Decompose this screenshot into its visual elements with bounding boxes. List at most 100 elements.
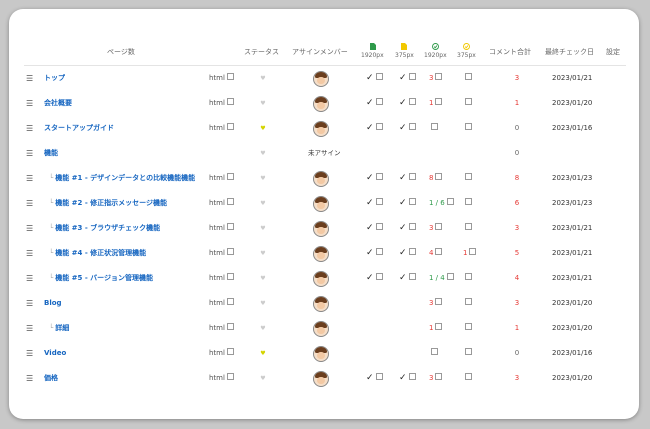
external-link-icon[interactable] (408, 73, 416, 80)
external-link-icon[interactable] (408, 248, 416, 255)
external-link-icon[interactable] (226, 73, 234, 80)
avatar-icon[interactable] (313, 296, 329, 312)
html-link[interactable]: html (209, 91, 234, 116)
external-link-icon[interactable] (375, 198, 383, 205)
pc-check-cell[interactable] (429, 116, 438, 141)
external-link-icon[interactable] (375, 173, 383, 180)
assignee-cell[interactable] (309, 216, 333, 241)
external-link-icon[interactable] (408, 173, 416, 180)
external-link-icon[interactable] (465, 298, 472, 305)
status-heart-icon[interactable]: ♥ (259, 216, 267, 241)
table-row[interactable]: ☰ └ 機能 #5 - バージョン管理機能 html ♥ ✓ ✓ 1 / 4 4 2023/01/… (9, 266, 639, 291)
avatar-icon[interactable] (313, 346, 329, 362)
external-link-icon[interactable] (408, 223, 416, 230)
table-row[interactable]: ☰ └ 機能 #4 - 修正状況管理機能 html ♥ ✓ ✓ 4 1 5 2023/01/21 (9, 241, 639, 266)
external-link-icon[interactable] (375, 73, 383, 80)
external-link-icon[interactable] (435, 248, 443, 255)
external-link-icon[interactable] (431, 123, 438, 130)
table-row[interactable]: ☰ └ 機能 #1 - デザインデータとの比較機能機能 html ♥ ✓ ✓ 8 8 2023/0… (9, 166, 639, 191)
table-row[interactable]: ☰ 会社概要 html ♥ ✓ ✓ 1 1 2023/01/20 (9, 91, 639, 116)
external-link-icon[interactable] (226, 348, 234, 355)
pc-check-cell[interactable]: 1 (429, 91, 443, 116)
avatar-icon[interactable] (313, 371, 329, 387)
external-link-icon[interactable] (465, 273, 472, 280)
page-name-link[interactable]: 機能 (44, 141, 58, 166)
assignee-cell[interactable] (309, 166, 333, 191)
table-row[interactable]: ☰ └ 機能 #3 - ブラウザチェック機能 html ♥ ✓ ✓ 3 3 2023/01/21 (9, 216, 639, 241)
pc-check-cell[interactable]: 8 (429, 166, 443, 191)
sp-check-cell[interactable] (463, 166, 472, 191)
external-link-icon[interactable] (435, 223, 443, 230)
drag-handle-icon[interactable]: ☰ (26, 91, 34, 116)
pc-design-cell[interactable]: ✓ (366, 91, 383, 116)
page-name-link[interactable]: └ 機能 #5 - バージョン管理機能 (49, 266, 153, 291)
drag-handle-icon[interactable]: ☰ (26, 241, 34, 266)
external-link-icon[interactable] (375, 223, 383, 230)
pc-design-cell[interactable]: ✓ (366, 266, 383, 291)
sp-design-cell[interactable]: ✓ (399, 191, 416, 216)
status-heart-icon[interactable]: ♥ (259, 366, 267, 391)
sp-design-cell[interactable]: ✓ (399, 116, 416, 141)
html-link[interactable]: html (209, 316, 234, 341)
status-heart-icon[interactable]: ♥ (259, 116, 267, 141)
sp-check-cell[interactable] (463, 366, 472, 391)
status-heart-icon[interactable]: ♥ (259, 91, 267, 116)
pc-check-cell[interactable]: 4 (429, 241, 443, 266)
sp-check-cell[interactable] (463, 116, 472, 141)
external-link-icon[interactable] (469, 248, 477, 255)
sp-design-cell[interactable]: ✓ (399, 166, 416, 191)
assignee-cell[interactable] (309, 116, 333, 141)
sp-design-cell[interactable]: ✓ (399, 266, 416, 291)
drag-handle-icon[interactable]: ☰ (26, 341, 34, 366)
page-name-link[interactable]: Blog (44, 291, 62, 316)
external-link-icon[interactable] (446, 198, 454, 205)
assignee-cell[interactable] (309, 66, 333, 91)
drag-handle-icon[interactable]: ☰ (26, 166, 34, 191)
avatar-icon[interactable] (313, 221, 329, 237)
header-last-check[interactable]: 最終チェック日 (545, 47, 594, 57)
external-link-icon[interactable] (226, 98, 234, 105)
html-link[interactable]: html (209, 341, 234, 366)
sp-design-cell[interactable]: ✓ (399, 66, 416, 91)
external-link-icon[interactable] (465, 323, 472, 330)
html-link[interactable]: html (209, 116, 234, 141)
html-link[interactable]: html (209, 166, 234, 191)
external-link-icon[interactable] (226, 198, 234, 205)
page-name-link[interactable]: 価格 (44, 366, 58, 391)
assignee-cell[interactable] (309, 241, 333, 266)
external-link-icon[interactable] (226, 373, 234, 380)
drag-handle-icon[interactable]: ☰ (26, 191, 34, 216)
pc-check-cell[interactable]: 3 (429, 291, 443, 316)
avatar-icon[interactable] (313, 321, 329, 337)
header-assign[interactable]: アサインメンバー (292, 47, 348, 57)
sp-check-cell[interactable]: 1 (463, 241, 477, 266)
sp-design-cell[interactable]: ✓ (399, 216, 416, 241)
external-link-icon[interactable] (465, 123, 472, 130)
assignee-cell[interactable] (309, 191, 333, 216)
status-heart-icon[interactable]: ♥ (259, 341, 267, 366)
table-row[interactable]: ☰ └ 詳細 html ♥ 1 1 2023/01/20 (9, 316, 639, 341)
external-link-icon[interactable] (435, 323, 443, 330)
avatar-icon[interactable] (313, 196, 329, 212)
pc-design-cell[interactable]: ✓ (366, 216, 383, 241)
assignee-cell[interactable] (309, 291, 333, 316)
external-link-icon[interactable] (226, 223, 234, 230)
pc-design-cell[interactable]: ✓ (366, 66, 383, 91)
pc-check-cell[interactable] (429, 341, 438, 366)
sp-check-cell[interactable] (463, 191, 472, 216)
assignee-cell[interactable] (309, 316, 333, 341)
pc-design-cell[interactable]: ✓ (366, 166, 383, 191)
sp-check-cell[interactable] (463, 91, 472, 116)
external-link-icon[interactable] (408, 273, 416, 280)
external-link-icon[interactable] (465, 223, 472, 230)
table-row[interactable]: ☰ Video html ♥ 0 2023/01/16 (9, 341, 639, 366)
page-name-link[interactable]: └ 機能 #4 - 修正状況管理機能 (49, 241, 146, 266)
sp-check-cell[interactable] (463, 341, 472, 366)
drag-handle-icon[interactable]: ☰ (26, 291, 34, 316)
header-status[interactable]: ステータス (244, 47, 279, 57)
page-name-link[interactable]: スタートアップガイド (44, 116, 114, 141)
external-link-icon[interactable] (375, 273, 383, 280)
assignee-cell[interactable] (309, 266, 333, 291)
table-row[interactable]: ☰ Blog html ♥ 3 3 2023/01/20 (9, 291, 639, 316)
external-link-icon[interactable] (375, 373, 383, 380)
